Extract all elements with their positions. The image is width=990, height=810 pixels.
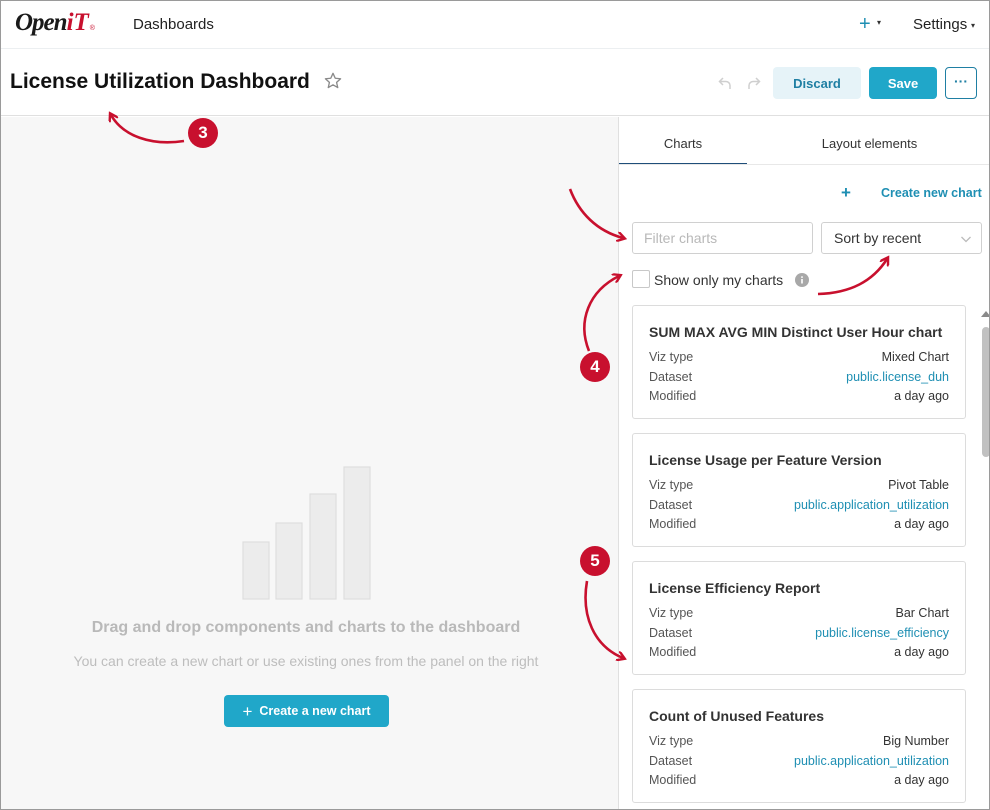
top-navbar: Open iT ® Dashboards + ▾ Settings ▾ — [1, 1, 989, 49]
dataset-label: Dataset — [649, 754, 693, 768]
sort-select[interactable]: Sort by recent — [821, 222, 982, 254]
chart-card-title: License Usage per Feature Version — [649, 452, 882, 468]
dataset-label: Dataset — [649, 498, 693, 512]
chart-card[interactable]: License Efficiency Report Viz type Bar C… — [632, 561, 966, 675]
scroll-up-arrow-icon[interactable] — [981, 311, 989, 317]
modified-label: Modified — [649, 517, 697, 531]
viz-type-label: Viz type — [649, 606, 694, 620]
sort-select-value: Sort by recent — [834, 230, 922, 246]
plus-icon[interactable]: + — [841, 183, 851, 203]
show-only-my-charts-label[interactable]: Show only my charts — [654, 272, 783, 288]
caret-down-icon[interactable]: ▾ — [971, 21, 975, 30]
app-window: Open iT ® Dashboards + ▾ Settings ▾ Lice… — [0, 0, 990, 810]
modified-value: a day ago — [894, 773, 949, 787]
viz-type-value: Bar Chart — [895, 606, 950, 620]
undo-icon[interactable] — [717, 75, 733, 91]
chart-card[interactable]: SUM MAX AVG MIN Distinct User Hour chart… — [632, 305, 966, 419]
settings-menu[interactable]: Settings — [913, 16, 967, 33]
caret-down-icon[interactable]: ▾ — [877, 18, 881, 27]
modified-label: Modified — [649, 389, 697, 403]
plus-icon: + — [242, 701, 253, 721]
dataset-label: Dataset — [649, 370, 693, 384]
create-new-chart-label: Create a new chart — [259, 704, 371, 718]
modified-value: a day ago — [894, 645, 949, 659]
modified-value: a day ago — [894, 389, 949, 403]
chart-card-title: License Efficiency Report — [649, 580, 821, 596]
tab-charts[interactable]: Charts — [619, 117, 747, 165]
viz-type-label: Viz type — [649, 734, 694, 748]
add-new-plus-icon[interactable]: + — [859, 12, 871, 36]
dataset-label: Dataset — [649, 626, 693, 640]
brand-logo[interactable]: Open iT ® — [15, 9, 95, 39]
tab-layout-elements[interactable]: Layout elements — [747, 117, 989, 165]
show-only-my-charts-checkbox[interactable] — [632, 270, 650, 288]
save-button[interactable]: Save — [869, 67, 937, 99]
modified-label: Modified — [649, 773, 697, 787]
charts-side-panel: Charts Layout elements + Create new char… — [618, 117, 989, 809]
create-new-chart-link[interactable]: Create new chart — [881, 186, 982, 200]
modified-value: a day ago — [894, 517, 949, 531]
tabs-divider — [619, 164, 989, 165]
empty-state-subtitle: You can create a new chart or use existi… — [73, 653, 539, 669]
logo-text: Open — [15, 9, 68, 36]
viz-type-value: Pivot Table — [888, 478, 949, 492]
annotation-badge-5: 5 — [580, 546, 610, 576]
create-new-chart-button[interactable]: + Create a new chart — [224, 695, 389, 727]
chart-card[interactable]: License Usage per Feature Version Viz ty… — [632, 433, 966, 547]
annotation-badge-3: 3 — [188, 118, 218, 148]
redo-icon[interactable] — [746, 75, 762, 91]
modified-label: Modified — [649, 645, 697, 659]
chart-card-title: Count of Unused Features — [649, 708, 825, 724]
empty-state-title: Drag and drop components and charts to t… — [91, 619, 521, 636]
viz-type-value: Big Number — [883, 734, 949, 748]
dataset-link[interactable]: public.application_utilization — [794, 498, 949, 512]
chart-card[interactable]: Count of Unused Features Viz type Big Nu… — [632, 689, 966, 803]
dashboard-header: License Utilization Dashboard Discard Sa… — [1, 49, 989, 116]
more-options-button[interactable]: ··· — [945, 67, 977, 99]
star-icon[interactable] — [323, 71, 343, 91]
dashboard-title[interactable]: License Utilization Dashboard — [10, 70, 310, 94]
logo-accent: iT — [66, 9, 89, 36]
dataset-link[interactable]: public.application_utilization — [794, 754, 949, 768]
dashboard-canvas[interactable]: Drag and drop components and charts to t… — [1, 117, 618, 809]
chart-card-title: SUM MAX AVG MIN Distinct User Hour chart — [649, 324, 943, 340]
viz-type-label: Viz type — [649, 478, 694, 492]
info-icon[interactable] — [795, 273, 809, 287]
filter-charts-input[interactable] — [632, 222, 813, 254]
dataset-link[interactable]: public.license_duh — [846, 370, 949, 384]
viz-type-label: Viz type — [649, 350, 694, 364]
annotation-badge-4: 4 — [580, 352, 610, 382]
logo-registered-mark: ® — [89, 25, 95, 32]
scrollbar-thumb[interactable] — [982, 327, 989, 457]
viz-type-value: Mixed Chart — [881, 350, 949, 364]
bar-chart-placeholder-icon — [242, 466, 371, 600]
discard-button[interactable]: Discard — [773, 67, 861, 99]
nav-dashboards-link[interactable]: Dashboards — [133, 16, 214, 33]
dataset-link[interactable]: public.license_efficiency — [815, 626, 949, 640]
chevron-down-icon — [961, 236, 971, 243]
